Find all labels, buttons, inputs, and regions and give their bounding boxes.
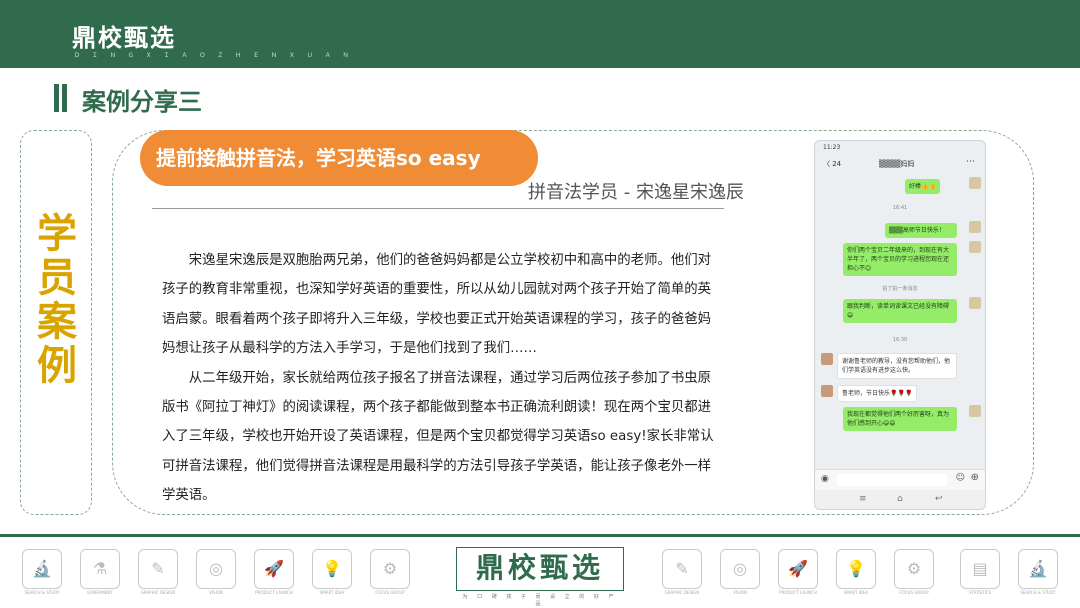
target-icon: ◎: [720, 549, 760, 589]
icon-caption: VISION: [209, 590, 223, 595]
case-headline: 提前接触拼音法，学习英语so easy: [140, 130, 538, 186]
chat-bubble: 鲁老师，节日快乐🌹🌹🌹: [837, 385, 918, 402]
icon-caption: SEARCH & STUDY: [24, 590, 60, 595]
top-banner: 鼎校甄选 Ｄ Ｉ Ｎ Ｇ Ｘ Ｉ Ａ Ｏ Ｚ Ｈ Ｅ Ｎ Ｘ Ｕ Ａ Ｎ: [0, 0, 1080, 68]
rocket-icon: 🚀: [778, 549, 818, 589]
footer: 🔬 SEARCH & STUDY ⚗ EXPERIMENT ✎ GRAPHIC …: [0, 537, 1080, 608]
brand-subtitle: Ｄ Ｉ Ｎ Ｇ Ｘ Ｉ Ａ Ｏ Ｚ Ｈ Ｅ Ｎ Ｘ Ｕ Ａ Ｎ: [74, 52, 354, 59]
icon-caption: PRODUCT LAUNCH: [779, 590, 817, 595]
design-board-icon: ✎: [662, 549, 702, 589]
chat-bubble: 好棒👍👍: [905, 179, 940, 194]
icon-caption: EXPERIMENT: [87, 590, 113, 595]
home-icon: ⌂: [897, 494, 903, 504]
case-body: 宋逸星宋逸辰是双胞胎两兄弟，他们的爸爸妈妈都是公立学校初中和高中的老师。他们对孩…: [162, 246, 718, 511]
case-paragraph: 宋逸星宋逸辰是双胞胎两兄弟，他们的爸爸妈妈都是公立学校初中和高中的老师。他们对孩…: [162, 253, 712, 357]
icon-caption: GRAPHIC DESIGN: [140, 590, 176, 595]
gear-icon: ⚙: [370, 549, 410, 589]
chat-bubble: 跟我判断，读单词读课文已经没有障碍😄: [843, 299, 957, 323]
chat-time: 拍了拍一条消息: [882, 286, 918, 292]
microscope-icon: 🔬: [22, 549, 62, 589]
ellipsis-icon: ⋯: [966, 157, 975, 167]
chat-time: 16:30: [892, 337, 908, 343]
chat-header: 〈 24 ▒▒▒▒妈妈 ⋯: [815, 155, 985, 173]
avatar: [969, 297, 981, 309]
avatar: [969, 241, 981, 253]
back-icon: ↩: [935, 494, 943, 504]
flask-icon: ⚗: [80, 549, 120, 589]
footer-brand-logo: 鼎校甄选: [456, 547, 624, 591]
chat-bubble: 你们两个宝贝二年级来的，到现在有大半年了，两个宝贝的学习进程您观在还担心不😊: [843, 243, 957, 276]
icon-caption: FOCUS GROUP: [899, 590, 929, 595]
icon-caption: SMART IDEA: [319, 590, 345, 595]
icon-caption: SEARCH & STUDY: [1020, 590, 1056, 595]
student-line: 拼音法学员 - 宋逸星宋逸辰: [528, 182, 744, 203]
divider: [152, 208, 724, 209]
microscope-icon: 🔬: [1018, 549, 1058, 589]
voice-icon: ◉: [821, 474, 829, 484]
chat-bubble: ▒▒▒高师节日快乐！: [885, 223, 957, 238]
brand-logo: 鼎校甄选: [72, 24, 176, 52]
side-label-char: 案: [37, 299, 77, 345]
icon-caption: SMART IDEA: [843, 590, 869, 595]
icon-caption: VISION: [733, 590, 747, 595]
case-paragraph: 从二年级开始，家长就给两位孩子报名了拼音法课程，通过学习后两位孩子参加了书虫原版…: [162, 370, 714, 504]
rocket-icon: 🚀: [254, 549, 294, 589]
bulb-icon: 💡: [836, 549, 876, 589]
target-icon: ◎: [196, 549, 236, 589]
back-button: 〈 24: [823, 160, 842, 168]
plus-icon: ⊕: [970, 472, 979, 483]
avatar: [969, 177, 981, 189]
title-marker: [54, 84, 59, 112]
bulb-icon: 💡: [312, 549, 352, 589]
chat-bubble: 谢谢鲁老师的教导，没有您帮助他们，他们学英语没有进步这么快。: [837, 353, 957, 379]
chat-screenshot: 11:23 〈 24 ▒▒▒▒妈妈 ⋯ 好棒👍👍 16:41 ▒▒▒高师节日快乐…: [814, 140, 986, 510]
emoji-icon: ☺: [955, 473, 965, 483]
side-label-char: 学: [37, 211, 77, 257]
footer-brand-subtitle: 为 口 碑 孩 子 而 设 立 的 好 产 品: [462, 594, 618, 607]
side-label-char: 例: [37, 343, 77, 389]
android-nav-bar: ≡ ⌂ ↩: [815, 491, 985, 509]
chat-input: [837, 474, 947, 486]
chat-time: 16:41: [892, 205, 908, 211]
chat-bubble: 我现在都觉得他们两个好厉害呀，真为他们感到开心😄😄: [843, 407, 957, 431]
design-board-icon: ✎: [138, 549, 178, 589]
icon-caption: PRODUCT LAUNCH: [255, 590, 293, 595]
side-label-char: 员: [37, 255, 77, 301]
icon-caption: FOCUS GROUP: [375, 590, 405, 595]
avatar: [969, 405, 981, 417]
gear-icon: ⚙: [894, 549, 934, 589]
document-icon: ▤: [960, 549, 1000, 589]
side-label: 学 员 案 例: [34, 212, 80, 388]
icon-caption: GRAPHIC DESIGN: [664, 590, 700, 595]
avatar: [821, 353, 833, 365]
page-title: 案例分享三: [82, 88, 202, 116]
avatar: [969, 221, 981, 233]
chat-input-bar: ◉ ☺ ⊕: [815, 469, 985, 490]
chat-name: ▒▒▒▒妈妈: [879, 160, 915, 168]
status-time: 11:23: [823, 144, 841, 151]
menu-icon: ≡: [859, 494, 867, 504]
icon-caption: STATISTICS: [968, 590, 992, 595]
title-marker-2: [62, 84, 67, 112]
avatar: [821, 385, 833, 397]
